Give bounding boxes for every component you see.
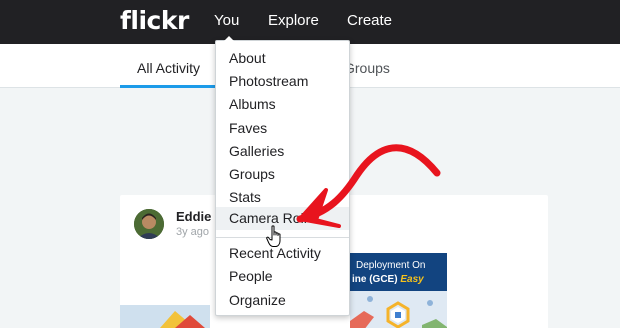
menu-item-albums[interactable]: Albums xyxy=(229,96,276,113)
menu-item-faves[interactable]: Faves xyxy=(229,120,267,137)
menu-item-stats[interactable]: Stats xyxy=(229,189,261,206)
thumbnail-title-line1: Deployment On xyxy=(356,260,426,271)
timestamp: 3y ago xyxy=(176,226,210,238)
photo-thumbnail-partial[interactable] xyxy=(120,305,210,328)
avatar[interactable] xyxy=(134,209,164,239)
active-tab-indicator xyxy=(120,85,216,88)
menu-item-about[interactable]: About xyxy=(229,50,266,67)
nav-create[interactable]: Create xyxy=(347,12,392,30)
author-name[interactable]: Eddie xyxy=(176,209,211,224)
flickr-logo[interactable]: flickr xyxy=(120,6,189,36)
menu-item-organize[interactable]: Organize xyxy=(229,292,286,309)
thumbnail-title-part: ine (GCE) xyxy=(352,274,398,285)
menu-item-people[interactable]: People xyxy=(229,268,273,285)
nav-you[interactable]: You xyxy=(214,12,239,30)
menu-item-galleries[interactable]: Galleries xyxy=(229,143,284,160)
hand-pointer-icon xyxy=(266,225,286,249)
top-navigation-bar: flickr You Explore Create xyxy=(0,0,620,44)
tab-groups[interactable]: Groups xyxy=(344,60,390,76)
nav-explore[interactable]: Explore xyxy=(268,12,319,30)
menu-item-photostream[interactable]: Photostream xyxy=(229,73,308,90)
thumbnail-title-emphasis: Easy xyxy=(400,274,424,285)
thumbnail-banner: Deployment On ine (GCE) Easy xyxy=(350,253,447,291)
you-dropdown-menu: About Photostream Albums Faves Galleries… xyxy=(215,40,350,316)
tab-all-activity[interactable]: All Activity xyxy=(137,60,200,76)
thumbnail-title-line2: ine (GCE) Easy xyxy=(352,274,424,286)
photo-thumbnail[interactable]: Deployment On ine (GCE) Easy xyxy=(350,253,447,328)
thumbnail-graphic xyxy=(350,291,447,328)
menu-item-groups[interactable]: Groups xyxy=(229,166,275,183)
dropdown-caret xyxy=(221,36,237,44)
